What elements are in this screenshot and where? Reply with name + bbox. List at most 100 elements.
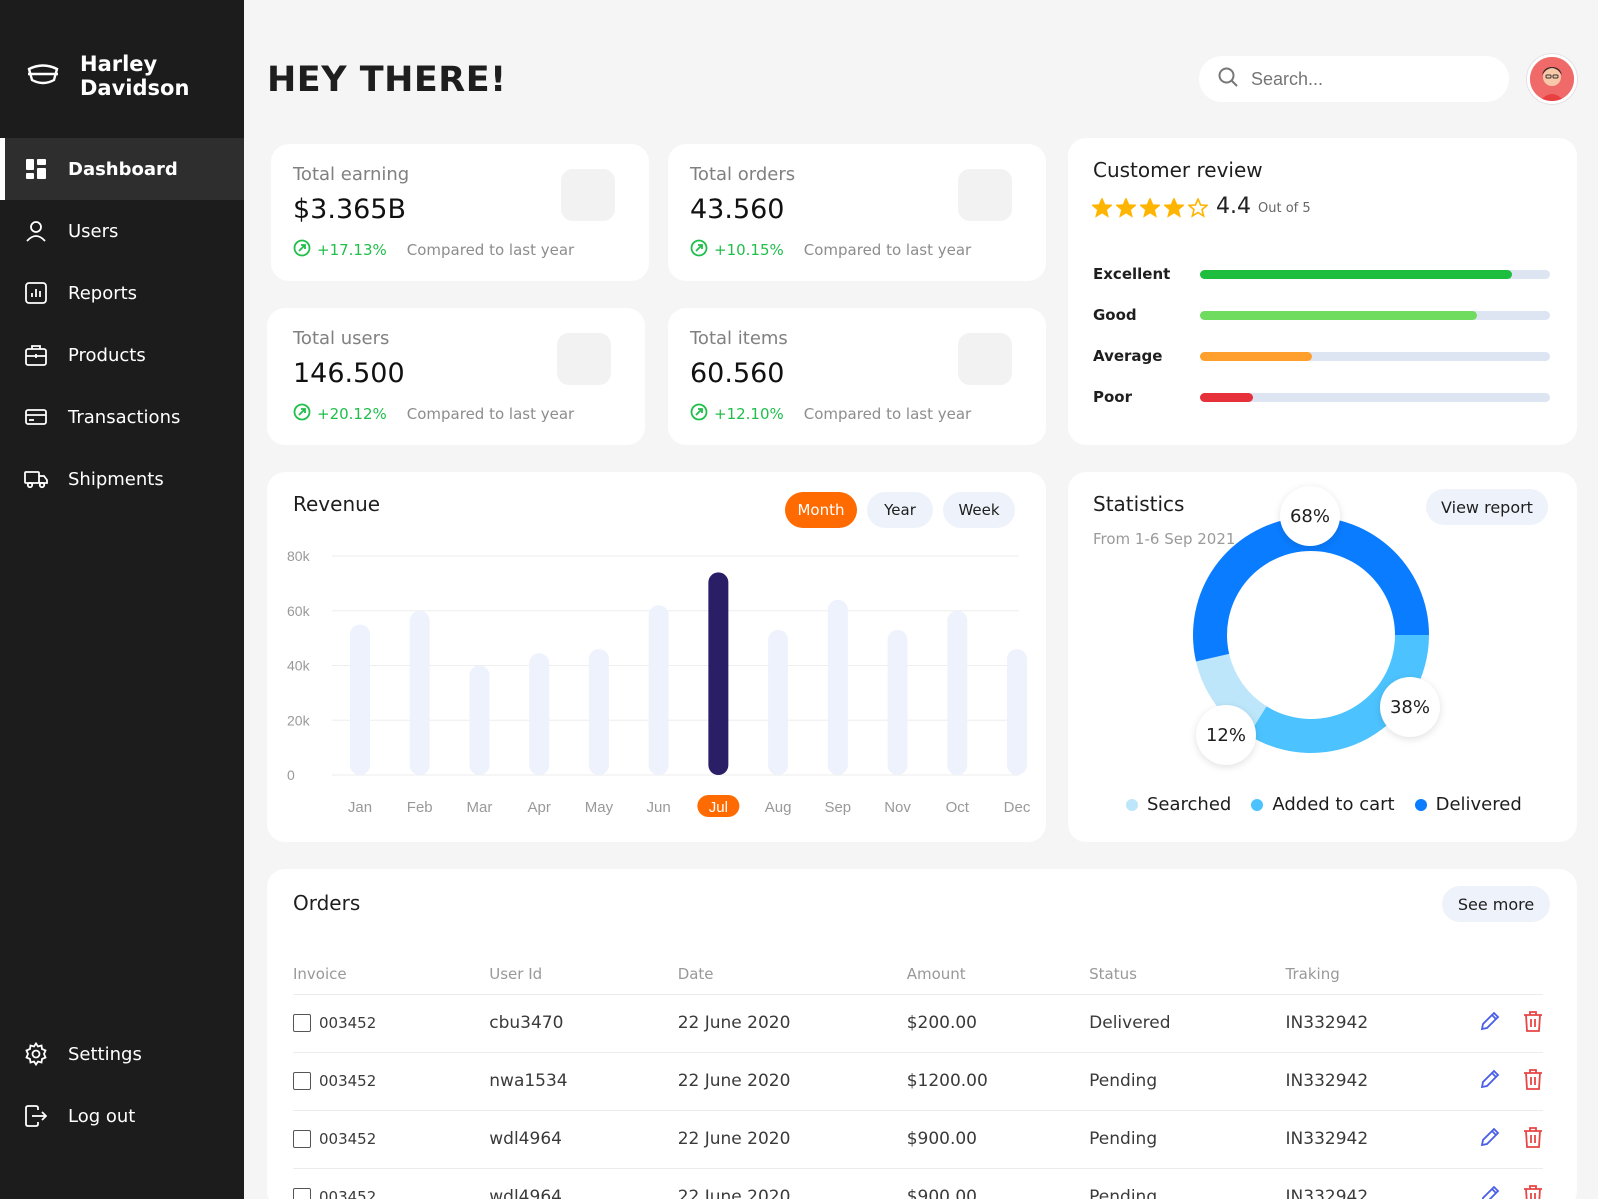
review-label: Poor (1093, 388, 1133, 406)
stat-value: $3.365B (293, 194, 406, 225)
stat-compare: Compared to last year (803, 241, 972, 259)
table-row: 003452 wdl4964 22 June 2020 $900.00 Pend… (293, 1109, 1543, 1168)
stat-change: +17.13% Compared to last year (293, 239, 574, 261)
page-title: HEY THERE! (267, 60, 507, 100)
row-checkbox[interactable] (293, 1188, 311, 1199)
avatar-image-icon (1530, 57, 1574, 101)
truck-icon (24, 467, 48, 491)
column-header: Date (677, 964, 714, 983)
sidebar: Harley Davidson Dashboard Users Reports … (0, 0, 244, 1199)
edit-icon[interactable] (1479, 1126, 1501, 1153)
legend-dot (1126, 798, 1138, 811)
rating-out-of: Out of 5 (1258, 201, 1311, 216)
revenue-card: Revenue Month Year Week 80k 60k 40k 20k 0 Jan… (267, 472, 1046, 842)
x-tick-label: Apr (528, 799, 551, 816)
delete-icon[interactable] (1523, 1068, 1543, 1095)
review-bar (1200, 310, 1550, 320)
sidebar-item-label: Users (68, 220, 119, 242)
cell-tracking: IN332942 (1285, 1051, 1479, 1110)
x-tick-label: Oct (946, 799, 970, 816)
trend-up-icon (690, 239, 708, 261)
donut-label-added-to-cart: 38% (1380, 677, 1440, 737)
stat-value: 43.560 (690, 194, 785, 225)
rating-stars (1090, 196, 1210, 222)
review-bar-fill (1200, 310, 1477, 320)
stat-change-pct: +10.15% (714, 241, 784, 259)
sidebar-item-shipments[interactable]: Shipments (0, 448, 244, 510)
legend-label: Added to cart (1272, 794, 1395, 815)
sidebar-item-transactions[interactable]: Transactions (0, 386, 244, 448)
stat-card-items: Total items 60.560 +12.10% Compared to l… (668, 308, 1046, 445)
search-bar[interactable] (1199, 56, 1509, 102)
brand[interactable]: Harley Davidson (26, 52, 200, 100)
avatar[interactable] (1527, 54, 1577, 104)
review-bar (1200, 351, 1550, 361)
legend-dot (1251, 798, 1264, 811)
delete-icon[interactable] (1523, 1184, 1543, 1199)
cell-date: 22 June 2020 (677, 1109, 907, 1168)
column-header: Invoice (293, 964, 347, 983)
chart-icon (24, 281, 48, 305)
review-bar-fill (1200, 392, 1253, 402)
invoice-value: 003452 (319, 1130, 377, 1148)
cell-actions (1479, 1109, 1543, 1168)
bar-jun (648, 605, 669, 775)
star-icon (1090, 196, 1114, 222)
row-checkbox[interactable] (293, 1072, 311, 1090)
delete-icon[interactable] (1523, 1010, 1543, 1037)
legend-label: Delivered (1435, 794, 1522, 815)
edit-icon[interactable] (1479, 1068, 1501, 1095)
stat-compare: Compared to last year (803, 405, 972, 423)
cell-date: 22 June 2020 (677, 993, 907, 1052)
edit-icon[interactable] (1479, 1184, 1501, 1199)
sidebar-item-users[interactable]: Users (0, 200, 244, 262)
sidebar-item-reports[interactable]: Reports (0, 262, 244, 324)
trend-up-icon (293, 239, 311, 261)
stat-compare: Compared to last year (406, 241, 575, 259)
logout-icon (24, 1104, 48, 1128)
cell-user: wdl4964 (489, 1167, 678, 1199)
sidebar-item-products[interactable]: Products (0, 324, 244, 386)
x-tick-label: Aug (765, 799, 792, 816)
x-tick-label: Jun (647, 799, 671, 816)
bar-feb (409, 610, 430, 775)
review-bar (1200, 269, 1550, 279)
logo-icon (26, 60, 60, 92)
x-tick-label: Nov (884, 799, 911, 816)
revenue-chart: 80k 60k 40k 20k 0 Jan Feb Mar Apr May Jun Jul Aug Sep… (287, 548, 1031, 817)
cell-status: Pending (1089, 1109, 1286, 1168)
row-checkbox[interactable] (293, 1014, 311, 1032)
review-row-good: Good (1093, 306, 1550, 324)
review-label: Good (1093, 306, 1137, 324)
cell-status: Pending (1089, 1051, 1286, 1110)
sidebar-item-dashboard[interactable]: Dashboard (0, 138, 244, 200)
stat-change: +12.10% Compared to last year (690, 403, 971, 425)
cell-status: Pending (1089, 1167, 1286, 1199)
bar-mar (469, 665, 490, 775)
donut-label-searched: 12% (1196, 705, 1256, 765)
sidebar-item-logout[interactable]: Log out (0, 1085, 244, 1147)
search-input[interactable] (1251, 68, 1481, 90)
review-label: Excellent (1093, 265, 1171, 283)
x-tick-label: Mar (467, 799, 493, 816)
delete-icon[interactable] (1523, 1126, 1543, 1153)
review-row-excellent: Excellent (1093, 265, 1550, 283)
x-tick-label: Dec (1004, 799, 1031, 816)
column-header-actions (1479, 954, 1543, 994)
column-header: User Id (489, 964, 543, 983)
row-checkbox[interactable] (293, 1130, 311, 1148)
cell-invoice: 003452 (293, 1051, 490, 1110)
sidebar-item-settings[interactable]: Settings (0, 1023, 244, 1085)
see-more-button[interactable]: See more (1442, 886, 1550, 922)
edit-icon[interactable] (1479, 1010, 1501, 1037)
cell-invoice: 003452 (293, 993, 490, 1052)
cell-tracking: IN332942 (1285, 993, 1479, 1052)
y-tick-label: 60k (287, 603, 311, 619)
stat-label: Total users (293, 328, 390, 349)
cell-actions (1479, 1167, 1543, 1199)
trend-up-icon (690, 403, 708, 425)
sidebar-item-label: Dashboard (68, 158, 178, 180)
cell-actions (1479, 1051, 1543, 1110)
cell-amount: $200.00 (906, 993, 1090, 1052)
sidebar-nav: Dashboard Users Reports Products Transac… (0, 138, 244, 510)
